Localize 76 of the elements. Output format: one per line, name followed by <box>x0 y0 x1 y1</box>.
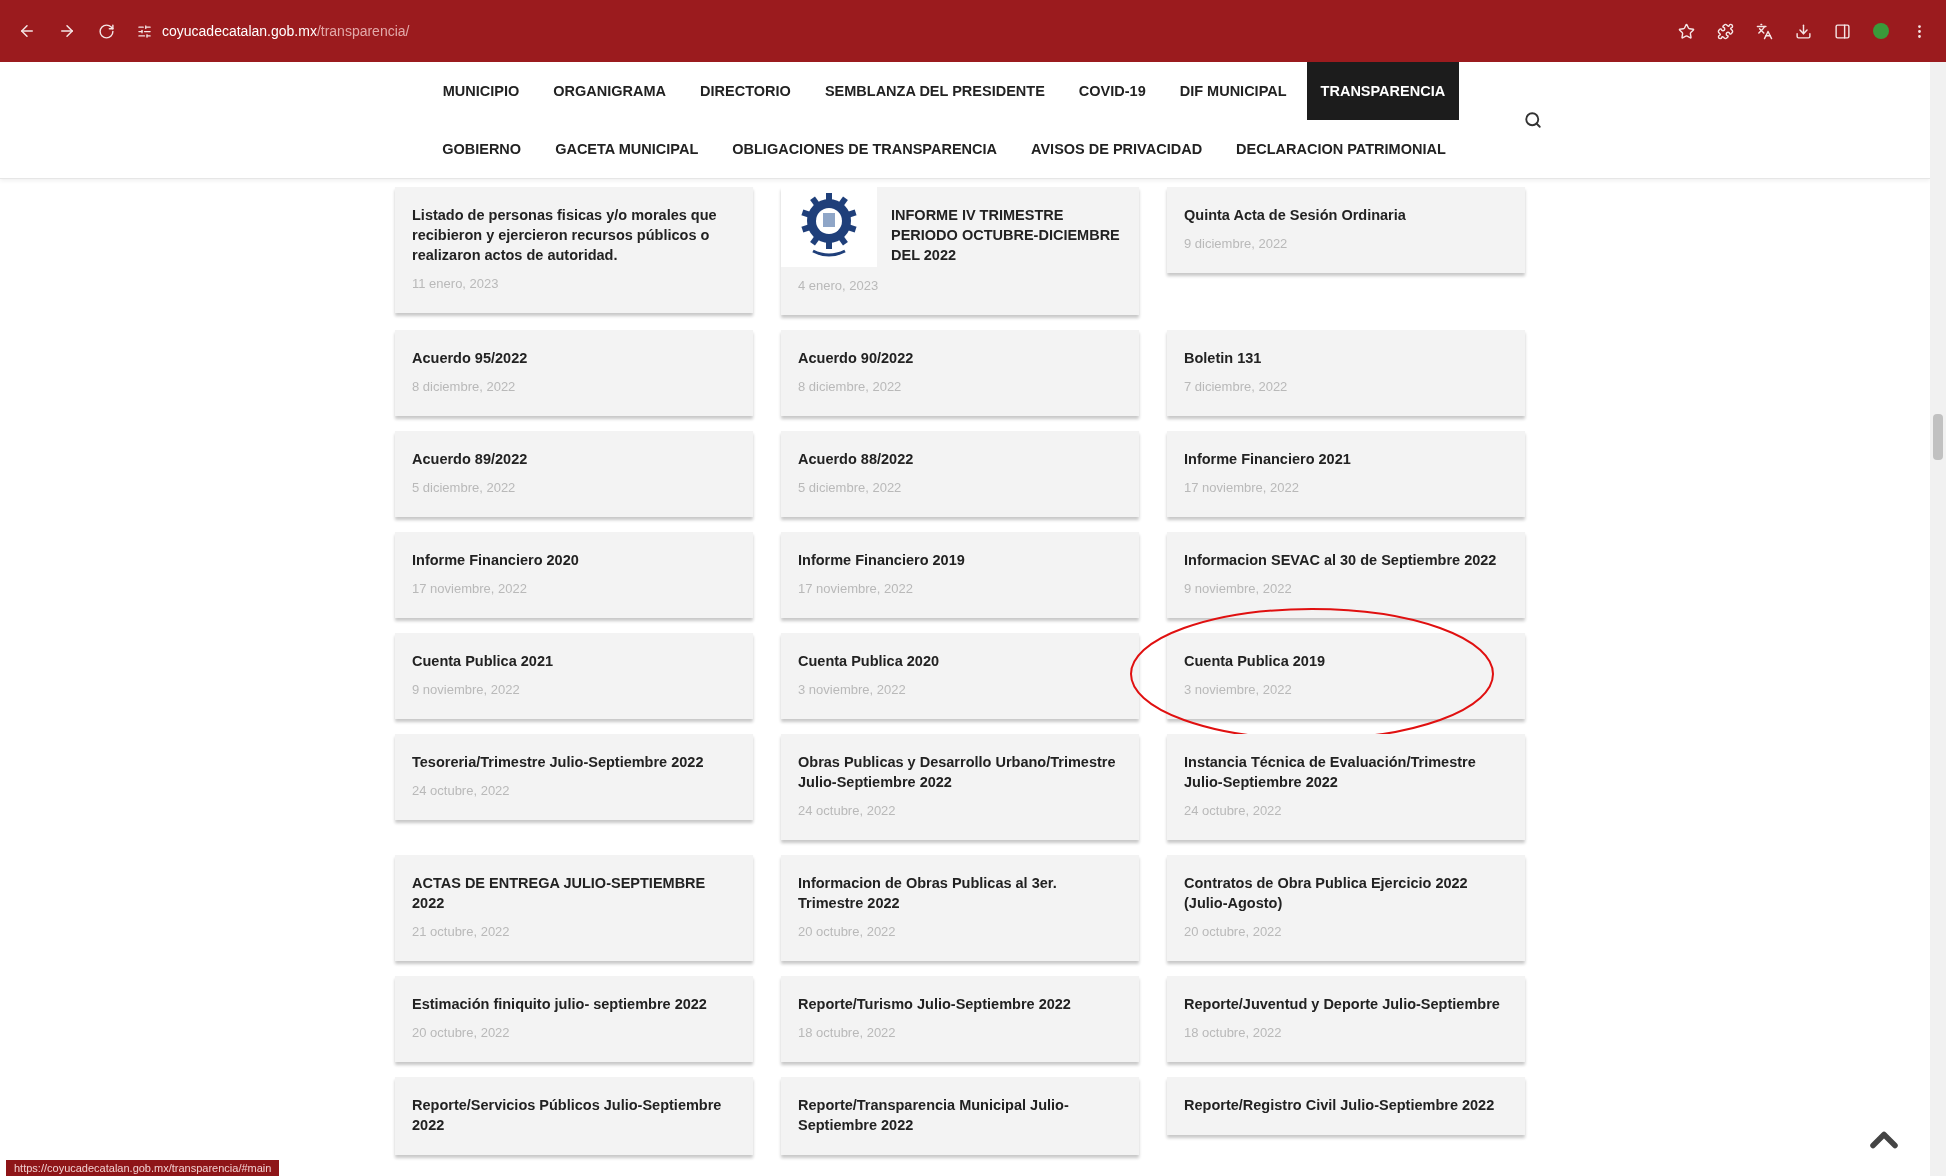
post-title[interactable]: Instancia Técnica de Evaluación/Trimestre Julio-Septiembre 2022 <box>1184 752 1508 792</box>
post-date: 24 octubre, 2022 <box>798 802 897 820</box>
nav-link[interactable]: SEMBLANZA DEL PRESIDENTE <box>810 62 1059 120</box>
star-icon[interactable] <box>1678 22 1695 40</box>
post-title[interactable]: Cuenta Publica 2021 <box>412 651 554 671</box>
nav-link[interactable]: DECLARACION PATRIMONIAL <box>1222 120 1460 178</box>
post-title[interactable]: Reporte/Transparencia Municipal Julio-Septiembre 2022 <box>798 1095 1122 1135</box>
post-title[interactable]: Informe Financiero 2021 <box>1184 449 1351 469</box>
post-date: 4 enero, 2023 <box>798 277 880 295</box>
post-title[interactable]: Informacion de Obras Publicas al 3er. Trimestre 2022 <box>798 873 1122 913</box>
post-title[interactable]: Obras Publicas y Desarrollo Urbano/Trimestre Julio-Septiembre 2022 <box>798 752 1122 792</box>
address-bar[interactable]: coyucadecatalan.gob.mx/transparencia/ <box>162 23 410 39</box>
post-title[interactable]: ACTAS DE ENTREGA JULIO-SEPTIEMBRE 2022 <box>412 873 736 913</box>
post-date: 9 diciembre, 2022 <box>1184 235 1289 253</box>
post-date: 24 octubre, 2022 <box>1184 802 1283 820</box>
nav-link[interactable]: GACETA MUNICIPAL <box>541 120 713 178</box>
reload-icon[interactable] <box>98 22 115 40</box>
post-date: 24 octubre, 2022 <box>412 782 511 800</box>
post-date: 5 diciembre, 2022 <box>798 479 903 497</box>
post-title[interactable]: Reporte/Servicios Públicos Julio-Septiembre 2022 <box>412 1095 736 1135</box>
nav-link[interactable]: AVISOS DE PRIVACIDAD <box>1017 120 1217 178</box>
download-icon[interactable] <box>1795 22 1812 40</box>
post-title[interactable]: Reporte/Juventud y Deporte Julio-Septiembre <box>1184 994 1500 1014</box>
scrollbar[interactable] <box>1930 62 1946 1176</box>
post-date: 17 noviembre, 2022 <box>1184 479 1300 497</box>
nav-link[interactable]: GOBIERNO <box>428 120 536 178</box>
post-title[interactable]: Acuerdo 88/2022 <box>798 449 914 469</box>
post-title[interactable]: Acuerdo 90/2022 <box>798 348 914 368</box>
nav-link[interactable]: OBLIGACIONES DE TRANSPARENCIA <box>718 120 1012 178</box>
post-date: 18 octubre, 2022 <box>1184 1024 1283 1042</box>
post-title[interactable]: Reporte/Registro Civil Julio-Septiembre 2022 <box>1184 1095 1495 1115</box>
side-panel-icon[interactable] <box>1834 22 1851 40</box>
back-icon[interactable] <box>18 22 36 40</box>
post-date: 5 diciembre, 2022 <box>412 479 517 497</box>
post-date: 8 diciembre, 2022 <box>798 378 903 396</box>
post-title[interactable]: Tesoreria/Trimestre Julio-Septiembre 2022 <box>412 752 704 772</box>
status-link[interactable]: https://coyucadecatalan.gob.mx/transparencia/#main <box>6 1160 280 1176</box>
post-title[interactable]: Contratos de Obra Publica Ejercicio 2022 (Julio-Agosto) <box>1184 873 1508 913</box>
post-title[interactable]: Acuerdo 95/2022 <box>412 348 528 368</box>
post-date: 3 noviembre, 2022 <box>1184 681 1293 699</box>
nav-link[interactable]: TRANSPARENCIA <box>1306 62 1460 120</box>
nav-link[interactable]: MUNICIPIO <box>428 62 534 120</box>
post-date: 3 noviembre, 2022 <box>798 681 907 699</box>
post-date: 7 diciembre, 2022 <box>1184 378 1289 396</box>
post-date: 20 octubre, 2022 <box>1184 923 1283 941</box>
translate-icon[interactable] <box>1756 22 1773 40</box>
post-date: 11 enero, 2023 <box>412 275 500 293</box>
post-title[interactable]: Listado de personas fisicas y/o morales que recibieron y ejercieron recursos públicos o realizaron actos de autoridad. <box>412 205 736 265</box>
post-date: 20 octubre, 2022 <box>412 1024 511 1042</box>
post-title[interactable]: Cuenta Publica 2020 <box>798 651 940 671</box>
nav-link[interactable]: COVID-19 <box>1064 62 1160 120</box>
post-date: 9 noviembre, 2022 <box>1184 580 1293 598</box>
post-title[interactable]: Estimación finiquito julio- septiembre 2022 <box>412 994 707 1014</box>
post-date: 18 octubre, 2022 <box>798 1024 897 1042</box>
nav-link[interactable]: DIF MUNICIPAL <box>1165 62 1301 120</box>
post-title[interactable]: INFORME IV TRIMESTRE PERIODO OCTUBRE-DICIEMBRE DEL 2022 <box>891 205 1122 265</box>
post-date: 8 diciembre, 2022 <box>412 378 517 396</box>
post-title[interactable]: Quinta Acta de Sesión Ordinaria <box>1184 205 1406 225</box>
nav-link[interactable]: DIRECTORIO <box>686 62 805 120</box>
forward-icon[interactable] <box>58 22 76 40</box>
post-date: 17 noviembre, 2022 <box>798 580 914 598</box>
puzzle-icon[interactable] <box>1717 22 1734 40</box>
post-title[interactable]: Cuenta Publica 2019 <box>1184 651 1326 671</box>
post-date: 20 octubre, 2022 <box>798 923 897 941</box>
post-title[interactable]: Informacion SEVAC al 30 de Septiembre 2022 <box>1184 550 1497 570</box>
post-date: 21 octubre, 2022 <box>412 923 511 941</box>
post-title[interactable]: Informe Financiero 2019 <box>798 550 965 570</box>
post-title[interactable]: Acuerdo 89/2022 <box>412 449 528 469</box>
search-icon[interactable] <box>1523 111 1542 129</box>
nav-link[interactable]: ORGANIGRAMA <box>539 62 681 120</box>
post-title[interactable]: Informe Financiero 2020 <box>412 550 579 570</box>
site-settings-icon[interactable] <box>137 23 152 39</box>
post-date: 17 noviembre, 2022 <box>412 580 528 598</box>
post-date: 9 noviembre, 2022 <box>412 681 521 699</box>
post-title[interactable]: Boletin 131 <box>1184 348 1262 368</box>
post-title[interactable]: Reporte/Turismo Julio-Septiembre 2022 <box>798 994 1071 1014</box>
